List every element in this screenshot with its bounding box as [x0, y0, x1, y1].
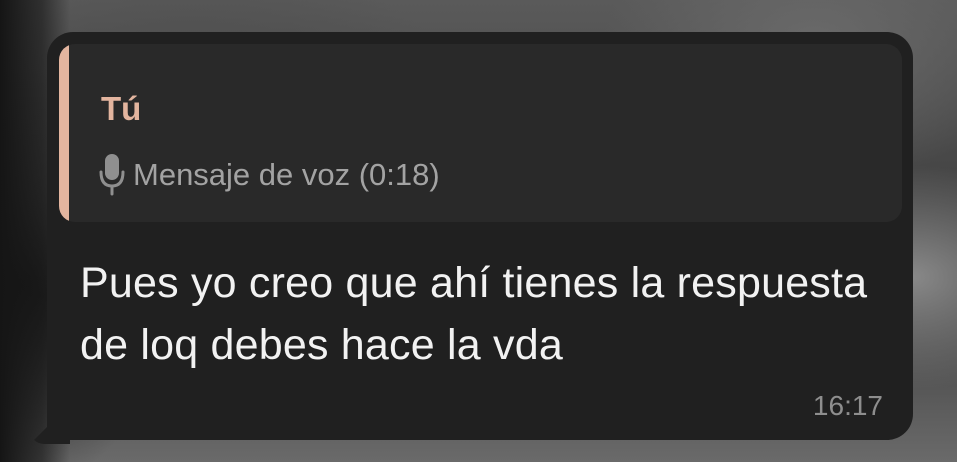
message-text: Pues yo creo que ahí tienes la respuesta… — [80, 259, 868, 369]
message-timestamp: 16:17 — [812, 390, 883, 421]
quote-accent-bar — [59, 44, 69, 222]
quote-author: Tú — [101, 90, 142, 127]
microphone-icon — [99, 154, 125, 196]
quoted-reply[interactable]: Tú Mensaje de voz (0:18) — [59, 44, 902, 222]
message-bubble[interactable]: Tú Mensaje de voz (0:18) Pues yo creo qu… — [47, 32, 913, 440]
quote-text: Mensaje de voz (0:18) — [133, 156, 440, 192]
quote-content: Mensaje de voz (0:18) — [99, 152, 440, 196]
